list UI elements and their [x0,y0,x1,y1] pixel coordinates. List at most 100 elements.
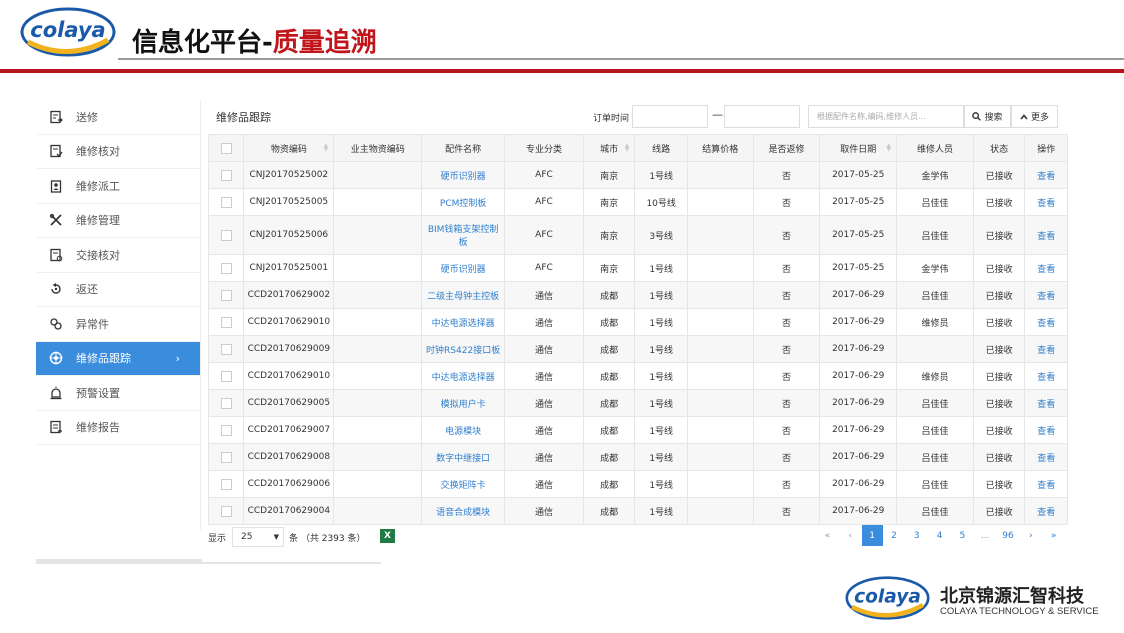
row-checkbox-cell[interactable] [207,362,245,390]
row-checkbox[interactable] [220,370,232,382]
row-checkbox[interactable] [220,397,232,409]
row-checkbox[interactable] [220,451,232,463]
cell-action[interactable]: 查看 [1024,389,1068,417]
sidebar-item-0[interactable]: 送修 [36,100,200,135]
sidebar-item-label: 预警设置 [76,386,120,400]
row-checkbox-cell[interactable] [207,497,245,525]
cell-action[interactable]: 查看 [1024,308,1068,336]
table-header-row: 物资编码 ▲ ▼ 业主物资编码 配件名称 专业分类 城市 ▲ ▼ 线路 结算价格 是否返修 取件日期 ▲ ▼… [207,134,1068,162]
cell-action[interactable]: 查看 [1024,416,1068,444]
row-checkbox-cell[interactable] [207,389,245,417]
cell-action[interactable]: 查看 [1024,254,1068,282]
cell-part[interactable]: BIM钱箱支架控制板 [421,215,506,255]
page-current[interactable]: 1 [861,525,883,546]
cell-action[interactable]: 查看 [1024,161,1068,189]
cell-part[interactable]: 二级主母钟主控板 [421,281,506,309]
row-checkbox-cell[interactable] [207,308,245,336]
cell-part[interactable]: 中达电源选择器 [421,362,506,390]
cell-part[interactable]: 硬币识别器 [421,161,506,189]
row-checkbox-cell[interactable] [207,470,245,498]
row-checkbox-cell[interactable] [207,161,245,189]
sidebar-item-1[interactable]: 维修核对 [36,135,200,169]
sidebar-item-9[interactable]: 维修报告 [36,411,200,445]
cell-part[interactable]: 语音合成模块 [421,497,506,525]
cell-date: 2017-05-25 [819,254,898,282]
cell-code: CCD20170629008 [243,443,335,471]
sidebar-item-3[interactable]: 维修管理 [36,204,200,238]
row-checkbox[interactable] [220,505,232,517]
row-checkbox[interactable] [220,229,232,241]
cell-staff: 维修员 [896,362,974,390]
row-checkbox-cell[interactable] [207,281,245,309]
cell-owner_code [333,308,423,336]
cell-action[interactable]: 查看 [1024,443,1068,471]
sidebar-item-4[interactable]: 交接核对 [36,238,200,273]
cell-part[interactable]: 中达电源选择器 [421,308,506,336]
page-size-select[interactable]: 25 ▼ [232,527,284,547]
select-all-checkbox[interactable] [220,142,232,154]
cell-part[interactable]: 数字中继接口 [421,443,506,471]
search-input[interactable]: 根据配件名称,编码,维修人员... [808,105,964,128]
more-button[interactable]: 更多 [1011,105,1058,128]
cell-part[interactable]: 模拟用户卡 [421,389,506,417]
select-all-checkbox-cell[interactable] [207,134,245,162]
row-checkbox[interactable] [220,316,232,328]
column-header[interactable]: 取件日期 ▲ ▼ [819,134,898,162]
cell-city: 南京 [582,215,636,255]
cell-action[interactable]: 查看 [1024,497,1068,525]
row-checkbox[interactable] [220,424,232,436]
row-checkbox[interactable] [220,343,232,355]
page-link[interactable]: › [1019,525,1042,546]
row-checkbox-cell[interactable] [207,443,245,471]
row-checkbox[interactable] [220,262,232,274]
cell-action[interactable]: 查看 [1024,470,1068,498]
page-link[interactable]: » [1042,525,1065,546]
cell-action[interactable]: 查看 [1024,362,1068,390]
column-header[interactable]: 城市 ▲ ▼ [582,134,636,162]
cell-action[interactable]: 查看 [1024,281,1068,309]
page-link[interactable]: 2 [883,525,906,546]
column-header[interactable]: 物资编码 ▲ ▼ [243,134,335,162]
page-link[interactable]: 5 [951,525,974,546]
cell-part[interactable]: PCM控制板 [421,188,506,216]
row-checkbox-cell[interactable] [207,254,245,282]
sidebar-item-2[interactable]: 维修派工 [36,169,200,204]
slide-title: 信息化平台-质量追溯 [132,28,377,58]
row-checkbox-cell[interactable] [207,215,245,255]
page-link[interactable]: ‹ [839,525,862,546]
table-row: CCD20170629002 二级主母钟主控板 通信 成都 1号线 否 2017-06-29… [207,281,1068,309]
row-checkbox-cell[interactable] [207,188,245,216]
page-link[interactable]: 4 [928,525,951,546]
sidebar-item-5[interactable]: 返还 [36,273,200,307]
column-header: 业主物资编码 [333,134,423,162]
row-checkbox-cell[interactable] [207,416,245,444]
cell-rework: 否 [752,470,821,498]
date-to-input[interactable] [724,105,800,128]
cell-part[interactable]: 硬币识别器 [421,254,506,282]
row-checkbox-cell[interactable] [207,335,245,363]
page-link[interactable]: « [816,525,839,546]
cell-part[interactable]: 交换矩阵卡 [421,470,506,498]
cell-line: 3号线 [634,215,688,255]
cell-action[interactable]: 查看 [1024,215,1068,255]
row-checkbox[interactable] [220,289,232,301]
sidebar-item-6[interactable]: 异常件 [36,307,200,342]
cell-owner_code [333,188,423,216]
search-button[interactable]: 搜索 [964,105,1011,128]
cell-city: 成都 [582,308,636,336]
excel-export-icon[interactable]: X [380,529,395,543]
row-checkbox[interactable] [220,169,232,181]
cell-part[interactable]: 时钟RS422接口板 [421,335,506,363]
row-checkbox[interactable] [220,196,232,208]
cell-action[interactable]: 查看 [1024,188,1068,216]
row-checkbox[interactable] [220,478,232,490]
cell-staff: 吕佳佳 [896,443,974,471]
date-from-input[interactable] [632,105,708,128]
page-link[interactable]: 3 [905,525,928,546]
cell-action[interactable]: 查看 [1024,335,1068,363]
sidebar-item-7[interactable]: 维修品跟踪 › [36,341,200,376]
sidebar-item-8[interactable]: 预警设置 [36,376,200,411]
table-row: CCD20170629005 模拟用户卡 通信 成都 1号线 否 2017-06-29 吕佳佳… [207,389,1068,417]
cell-part[interactable]: 电源模块 [421,416,506,444]
page-link[interactable]: 96 [997,525,1020,546]
